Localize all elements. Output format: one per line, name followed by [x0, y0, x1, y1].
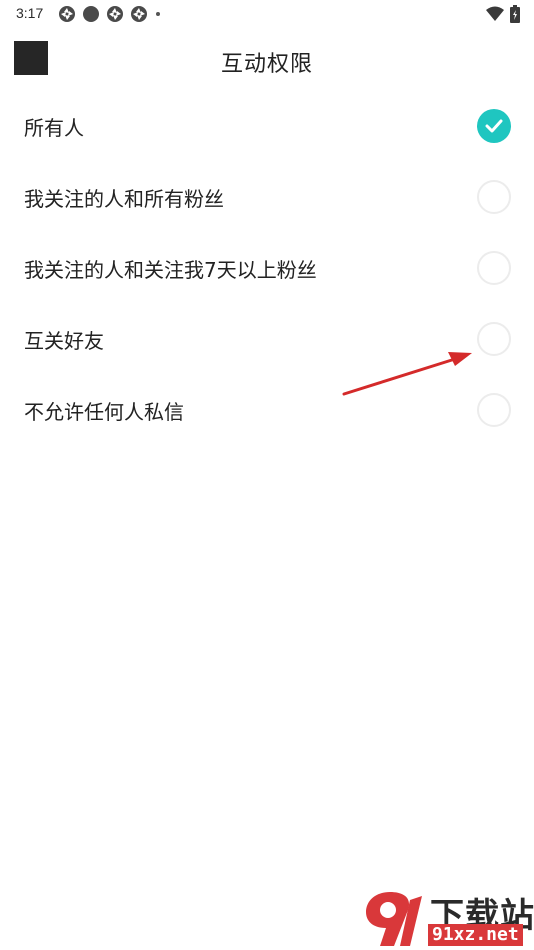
app-icon [131, 6, 147, 22]
status-notification-icons [58, 5, 160, 23]
status-system-icons [486, 5, 520, 23]
option-label: 不允许任何人私信 [24, 400, 184, 424]
radio-unchecked[interactable] [477, 322, 511, 356]
option-label: 互关好友 [24, 329, 104, 353]
header: 互动权限 [0, 28, 534, 92]
status-bar: 3:17 [0, 0, 534, 28]
option-label: 我关注的人和关注我7天以上粉丝 [24, 258, 317, 282]
option-label: 我关注的人和所有粉丝 [24, 187, 224, 211]
dot-icon [156, 12, 160, 16]
watermark-logo-icon [366, 892, 422, 946]
radio-unchecked[interactable] [477, 393, 511, 427]
option-label: 所有人 [24, 116, 84, 140]
record-dot-icon [83, 6, 99, 22]
watermark: 下载站 91xz.net [360, 888, 534, 948]
radio-checked[interactable] [477, 109, 511, 143]
option-mutual-friends[interactable]: 互关好友 [0, 303, 534, 374]
page-title: 互动权限 [220, 52, 313, 77]
option-no-one[interactable]: 不允许任何人私信 [0, 374, 534, 445]
option-everyone[interactable]: 所有人 [0, 90, 534, 161]
checkmark-icon [485, 119, 503, 133]
battery-icon [510, 5, 520, 23]
wifi-icon [486, 6, 504, 21]
option-following-and-7day-fans[interactable]: 我关注的人和关注我7天以上粉丝 [0, 232, 534, 303]
watermark-site: 91xz.net [428, 924, 523, 946]
radio-unchecked[interactable] [477, 180, 511, 214]
app-root: 3:17 互动权限 所有人 我关注的人和所有粉丝 我关注的人和关注我7天以上粉丝… [0, 0, 534, 950]
app-icon [107, 6, 123, 22]
radio-unchecked[interactable] [477, 251, 511, 285]
status-time: 3:17 [16, 5, 44, 21]
app-icon [59, 6, 75, 22]
option-following-and-all-fans[interactable]: 我关注的人和所有粉丝 [0, 161, 534, 232]
permission-option-list: 所有人 我关注的人和所有粉丝 我关注的人和关注我7天以上粉丝 互关好友 不允许任… [0, 90, 534, 445]
